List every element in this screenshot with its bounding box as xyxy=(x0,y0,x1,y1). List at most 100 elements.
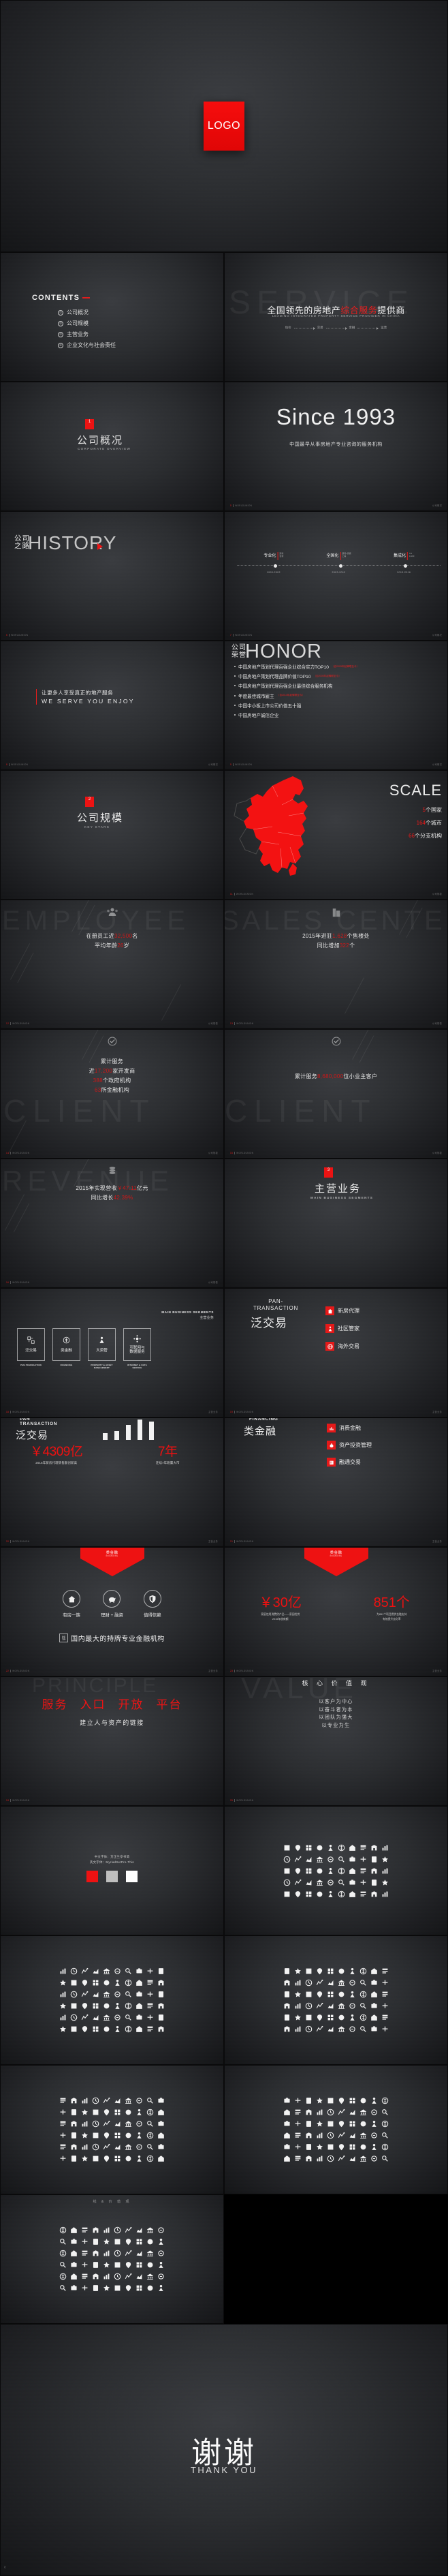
icon-cell[interactable] xyxy=(69,2249,78,2258)
icon-cell[interactable] xyxy=(315,2002,324,2010)
icon-cell[interactable] xyxy=(91,2143,100,2151)
icon-cell[interactable] xyxy=(59,1978,67,1987)
icon-cell[interactable] xyxy=(59,2249,67,2258)
icon-cell[interactable] xyxy=(69,1978,78,1987)
slide-icon-sheet-c[interactable] xyxy=(0,2065,224,2194)
icon-cell[interactable] xyxy=(80,2272,89,2281)
icon-cell[interactable] xyxy=(283,2131,291,2140)
icon-cell[interactable] xyxy=(293,2108,302,2117)
icon-cell[interactable] xyxy=(91,2108,100,2117)
icon-cell[interactable] xyxy=(283,1967,291,1976)
slide-thanks[interactable]: 谢谢 THANK YOU 32 xyxy=(0,2324,448,2576)
icon-cell[interactable] xyxy=(135,2025,144,2034)
icon-cell[interactable] xyxy=(283,1890,291,1899)
icon-cell[interactable] xyxy=(293,1867,302,1875)
icon-cell[interactable] xyxy=(315,1843,324,1852)
icon-cell[interactable] xyxy=(113,2096,122,2105)
icon-cell[interactable] xyxy=(348,2002,357,2010)
icon-cell[interactable] xyxy=(359,1855,368,1864)
icon-cell[interactable] xyxy=(293,1855,302,1864)
icon-cell[interactable] xyxy=(91,1990,100,1999)
icon-cell[interactable] xyxy=(80,1990,89,1999)
icon-cell[interactable] xyxy=(69,2154,78,2163)
icon-cell[interactable] xyxy=(157,2260,165,2269)
icon-cell[interactable] xyxy=(157,2096,165,2105)
icon-cell[interactable] xyxy=(69,1990,78,1999)
icon-cell[interactable] xyxy=(381,1867,389,1875)
icon-cell[interactable] xyxy=(293,2096,302,2105)
icon-cell[interactable] xyxy=(304,1867,313,1875)
icon-cell[interactable] xyxy=(157,2237,165,2246)
icon-cell[interactable] xyxy=(315,1978,324,1987)
slide-core-values[interactable]: VALUE 核 心 价 值 观 以客户为中心 以奋斗者为本 以团队为强大 以专业… xyxy=(224,1676,448,1806)
icon-cell[interactable] xyxy=(381,1878,389,1887)
slide-history[interactable]: 公司 之路 HISTORY 6 WORLDUNION xyxy=(0,511,224,641)
icon-cell[interactable] xyxy=(113,2108,122,2117)
icon-cell[interactable] xyxy=(135,2237,144,2246)
icon-cell[interactable] xyxy=(337,2154,346,2163)
icon-cell[interactable] xyxy=(80,2226,89,2235)
icon-cell[interactable] xyxy=(146,2096,155,2105)
icon-cell[interactable] xyxy=(315,2131,324,2140)
icon-cell[interactable] xyxy=(146,2143,155,2151)
icon-cell[interactable] xyxy=(326,2108,335,2117)
icon-cell[interactable] xyxy=(359,1990,368,1999)
slide-icon-sheet-b[interactable] xyxy=(224,1935,448,2065)
slide-financing-numbers[interactable]: 类金融 FINANCING ￥30亿 家庭信用消费贷产品——家园优贷 2015年… xyxy=(224,1547,448,1676)
icon-cell[interactable] xyxy=(315,1878,324,1887)
icon-cell[interactable] xyxy=(113,1990,122,1999)
icon-cell[interactable] xyxy=(80,2131,89,2140)
icon-cell[interactable] xyxy=(348,2108,357,2117)
icon-cell[interactable] xyxy=(124,2260,133,2269)
icon-cell[interactable] xyxy=(315,1867,324,1875)
icon-cell[interactable] xyxy=(69,2013,78,2022)
icon-cell[interactable] xyxy=(124,2096,133,2105)
icon-cell[interactable] xyxy=(146,2260,155,2269)
icon-cell[interactable] xyxy=(315,2108,324,2117)
icon-cell[interactable] xyxy=(146,1967,155,1976)
icon-cell[interactable] xyxy=(135,1978,144,1987)
slide-business-segments[interactable]: MAIN BUSINESS SEGMENTS 主营业务 泛交易 类金融 大资管 … xyxy=(0,1288,224,1417)
icon-cell[interactable] xyxy=(370,1967,379,1976)
icon-cell[interactable] xyxy=(381,2013,389,2022)
icon-cell[interactable] xyxy=(102,2226,111,2235)
icon-cell[interactable] xyxy=(304,1967,313,1976)
icon-cell[interactable] xyxy=(370,2096,379,2105)
icon-cell[interactable] xyxy=(91,1978,100,1987)
icon-cell[interactable] xyxy=(381,2131,389,2140)
icon-cell[interactable] xyxy=(337,1867,346,1875)
slide-client-developers[interactable]: CLIENT 累计服务 近17,200家开发商 388个政府机构 63所金融机构… xyxy=(0,1029,224,1159)
icon-cell[interactable] xyxy=(124,2108,133,2117)
icon-cell[interactable] xyxy=(348,1978,357,1987)
list-item[interactable]: 社区管家 xyxy=(325,1324,359,1333)
icon-cell[interactable] xyxy=(326,1890,335,1899)
icon-cell[interactable] xyxy=(359,2131,368,2140)
icon-cell[interactable] xyxy=(381,1990,389,1999)
icon-cell[interactable] xyxy=(69,2237,78,2246)
slide-since-1993[interactable]: Since 1993 中国最早从事房地产专业咨询的服务机构 5 WORLDUNIO… xyxy=(224,382,448,511)
icon-cell[interactable] xyxy=(59,2237,67,2246)
slide-sales-center[interactable]: SALES CENTER 2015年进驻1,628个售楼处 同比增加322个 1… xyxy=(224,900,448,1029)
icon-cell[interactable] xyxy=(348,1878,357,1887)
segment-card[interactable]: 互联网与 数据服务 xyxy=(123,1328,151,1361)
icon-cell[interactable] xyxy=(102,2131,111,2140)
icon-cell[interactable] xyxy=(59,1990,67,1999)
icon-cell[interactable] xyxy=(326,2131,335,2140)
icon-cell[interactable] xyxy=(315,2025,324,2034)
segment-card[interactable]: 泛交易 xyxy=(17,1328,45,1361)
icon-cell[interactable] xyxy=(326,1867,335,1875)
icon-cell[interactable] xyxy=(381,1967,389,1976)
icon-cell[interactable] xyxy=(91,2025,100,2034)
icon-cell[interactable] xyxy=(80,2096,89,2105)
icon-cell[interactable] xyxy=(102,2119,111,2128)
icon-cell[interactable] xyxy=(370,2154,379,2163)
icon-cell[interactable] xyxy=(370,1867,379,1875)
icon-cell[interactable] xyxy=(370,2013,379,2022)
slide-icon-sheet-a[interactable] xyxy=(0,1935,224,2065)
icon-cell[interactable] xyxy=(283,1855,291,1864)
list-item[interactable]: 海外交易 xyxy=(325,1342,359,1351)
icon-cell[interactable] xyxy=(293,1878,302,1887)
icon-cell[interactable] xyxy=(359,2108,368,2117)
icon-cell[interactable] xyxy=(80,2154,89,2163)
icon-cell[interactable] xyxy=(91,2131,100,2140)
